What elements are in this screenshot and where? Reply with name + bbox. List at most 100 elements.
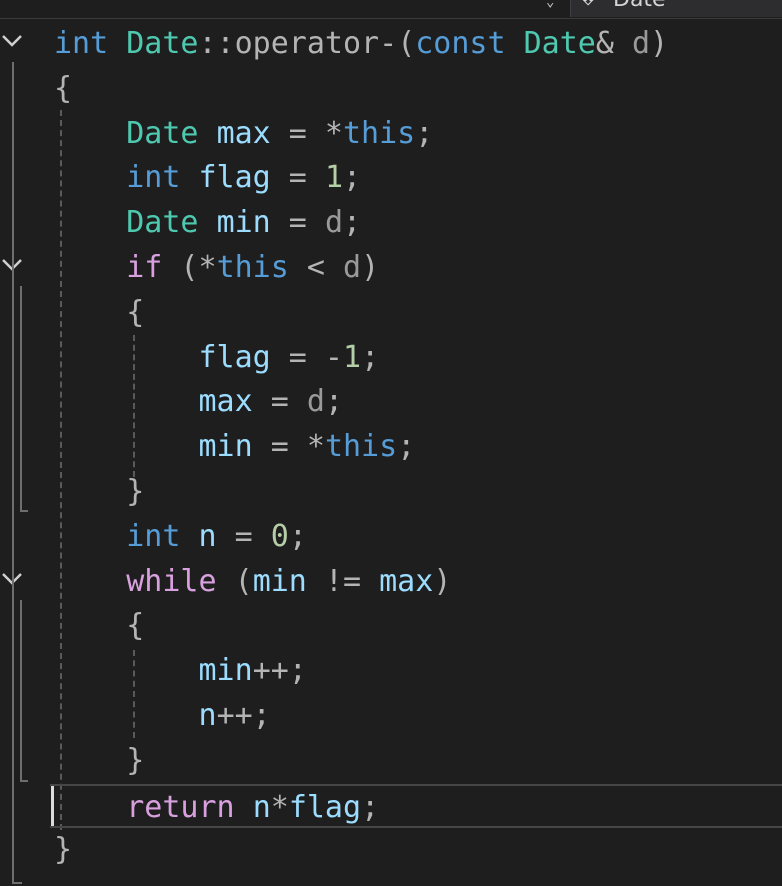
code-token: ; (361, 339, 380, 375)
code-token: 1 (324, 160, 343, 196)
code-token: return (126, 789, 235, 825)
code-token: ; (343, 205, 362, 241)
code-line[interactable]: min = *this; (0, 425, 782, 469)
code-token: while (126, 563, 217, 599)
member-dropdown[interactable]: ⇩ Date (570, 0, 782, 17)
code-token: ; (343, 160, 362, 196)
code-token: this (324, 429, 398, 465)
text-caret (51, 786, 54, 826)
code-line[interactable]: Date min = d; (0, 201, 782, 245)
code-token: = (216, 518, 271, 554)
code-line[interactable]: while (min != max) (0, 560, 782, 604)
code-token: ; (288, 518, 307, 554)
code-token: min (252, 563, 307, 599)
code-token: const (415, 26, 506, 61)
code-line[interactable]: { (0, 604, 782, 648)
code-token: ) (650, 26, 669, 61)
code-token: max (198, 384, 253, 420)
code-token: = - (270, 339, 343, 375)
code-token: (* (162, 250, 217, 285)
code-token: n (198, 518, 217, 554)
code-token: min (216, 205, 271, 241)
code-token: int (54, 26, 109, 61)
code-token: n (198, 698, 217, 733)
code-token: flag (288, 789, 362, 825)
code-token: d (324, 205, 343, 241)
code-token: min (198, 653, 253, 689)
member-dropdown-label: Date (613, 0, 666, 12)
code-token: ; (324, 384, 343, 420)
code-token: max (216, 115, 271, 151)
code-token: ++; (252, 653, 307, 689)
code-token: ; (397, 429, 416, 465)
code-line[interactable]: int flag = 1; (0, 156, 782, 200)
code-token: = (252, 384, 307, 420)
code-line[interactable]: int Date::operator-(const Date& d) (0, 22, 782, 66)
code-line[interactable]: min++; (0, 649, 782, 693)
code-token: ; (361, 789, 380, 825)
code-token: { (54, 70, 73, 106)
code-line[interactable]: { (0, 291, 782, 335)
code-token: d (343, 250, 362, 285)
code-token: ( (397, 26, 416, 61)
code-line[interactable]: } (0, 470, 782, 514)
code-token: this (343, 115, 416, 151)
chevron-down-icon[interactable]: ⌄ (546, 0, 554, 10)
code-line[interactable]: flag = -1; (0, 336, 782, 380)
code-token: n (252, 789, 271, 825)
code-token: != (306, 563, 380, 599)
code-line[interactable]: Date max = *this; (0, 112, 782, 156)
member-icon: ⇩ (579, 0, 597, 11)
code-token: < (288, 250, 343, 285)
code-token: Date (126, 115, 199, 151)
code-token: ) (433, 563, 452, 599)
code-line[interactable]: return n*flag; (50, 783, 782, 828)
code-token: 1 (343, 339, 362, 375)
code-token: ::operator- (198, 26, 398, 61)
code-token: flag (198, 160, 271, 196)
code-token: int (126, 518, 181, 554)
code-token: = * (270, 115, 343, 151)
code-token: Date (126, 205, 199, 241)
code-token: } (126, 742, 145, 778)
code-line[interactable]: } (0, 739, 782, 783)
code-token: = (270, 205, 325, 241)
code-token: d (632, 26, 651, 61)
code-token: ; (415, 115, 434, 151)
code-token: d (306, 384, 325, 420)
code-line[interactable]: } (0, 828, 782, 872)
code-token: * (270, 789, 289, 825)
code-token: Date (126, 26, 199, 61)
code-token: } (54, 832, 73, 868)
code-line[interactable]: if (*this < d) (0, 246, 782, 290)
code-token: max (379, 563, 434, 599)
code-token: = * (252, 429, 325, 465)
editor-navigation-bar: ⌄ ⇩ Date (0, 0, 782, 19)
code-token: ) (361, 250, 380, 285)
code-line[interactable]: n++; (0, 694, 782, 738)
code-line[interactable]: { (0, 67, 782, 111)
code-line[interactable]: max = d; (0, 380, 782, 424)
code-line[interactable]: int n = 0; (0, 515, 782, 559)
code-token: if (126, 250, 163, 285)
